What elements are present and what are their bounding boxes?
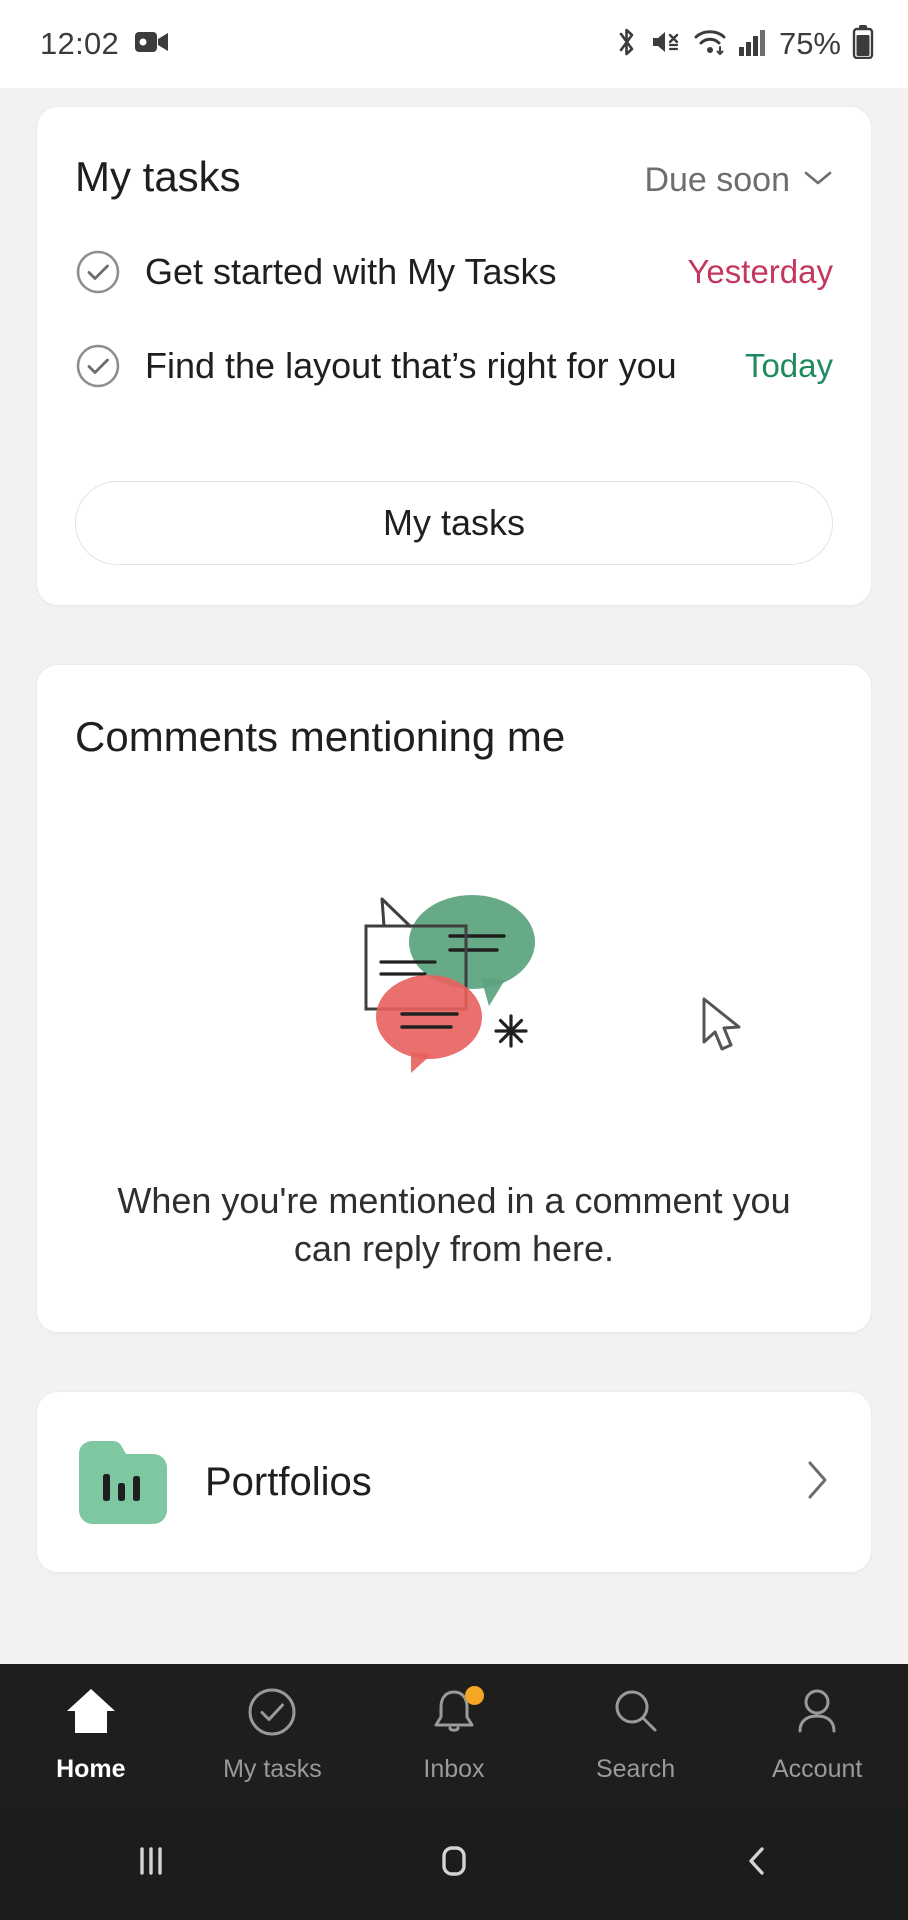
battery-icon [852,24,874,64]
cellular-signal-icon [738,27,766,62]
bottom-navigation: Home My tasks Inbox Search Account [0,1664,908,1806]
status-bar: 12:02 75% [0,0,908,88]
nav-item-home[interactable]: Home [0,1686,182,1784]
my-tasks-title: My tasks [75,153,241,200]
portfolios-card: Portfolios [36,1391,872,1574]
portfolios-row[interactable]: Portfolios [37,1392,871,1572]
recents-button[interactable] [0,1841,303,1886]
task-name: Find the layout that’s right for you [145,345,677,386]
inbox-badge-dot [464,1686,484,1705]
home-scroll-area[interactable]: My tasks Due soon Get started with My Ta… [0,88,908,1680]
comments-empty-text: When you're mentioned in a comment you c… [117,1180,791,1269]
task-row[interactable]: Find the layout that’s right for you Tod… [75,343,833,389]
my-tasks-button[interactable]: My tasks [75,481,833,565]
home-button[interactable] [303,1841,606,1886]
task-due-date: Today [744,347,833,384]
back-button[interactable] [605,1841,908,1886]
my-tasks-button-label: My tasks [382,502,525,543]
nav-label-account: Account [772,1755,863,1783]
video-camera-icon [135,29,169,60]
battery-percent: 75% [778,26,841,61]
home-icon [63,1686,119,1743]
check-circle-icon[interactable] [75,249,121,295]
sparkle-icon [494,1014,528,1048]
task-row[interactable]: Get started with My Tasks Yesterday [75,249,833,295]
comments-mentioning-me-card: Comments mentioning me When you're menti… [36,664,872,1334]
nav-label-my-tasks: My tasks [223,1755,322,1783]
due-soon-filter[interactable]: Due soon [644,161,833,200]
home-square-icon [434,1841,474,1886]
nav-item-account[interactable]: Account [726,1686,908,1784]
portfolios-label: Portfolios [205,1459,372,1504]
nav-label-home: Home [56,1755,126,1783]
due-soon-filter-label: Due soon [644,161,790,199]
phone-screen: 12:02 75% My tasks Due soon Get started … [0,0,908,1920]
speech-bubbles-illustration [364,895,535,1073]
status-bar-right: 75% [614,24,874,64]
card-spacer [75,389,833,481]
nav-item-search[interactable]: Search [545,1686,727,1784]
nav-label-search: Search [595,1755,676,1783]
nav-label-inbox: Inbox [423,1755,485,1783]
person-icon [791,1686,843,1743]
chevron-down-icon [803,169,833,192]
comments-empty-illustration [75,829,833,1129]
red-speech-bubble [376,975,482,1073]
check-circle-icon[interactable] [75,343,121,389]
chevron-left-icon [737,1841,777,1886]
mute-icon [650,26,682,63]
wifi-icon [693,27,727,62]
task-name: Get started with My Tasks [145,251,557,292]
status-bar-left: 12:02 [40,26,169,62]
my-tasks-card: My tasks Due soon Get started with My Ta… [36,106,872,606]
check-circle-icon [246,1686,298,1743]
search-icon [610,1686,662,1743]
nav-item-inbox[interactable]: Inbox [363,1686,545,1784]
recents-icon [131,1841,171,1886]
clock: 12:02 [40,26,120,61]
bluetooth-icon [614,26,639,63]
comments-card-title: Comments mentioning me [75,713,566,760]
portfolio-folder-icon [77,1436,169,1528]
task-due-date: Yesterday [687,253,833,290]
android-system-nav [0,1806,908,1920]
nav-item-my-tasks[interactable]: My tasks [182,1686,364,1784]
chevron-right-icon[interactable] [805,1458,831,1507]
my-tasks-card-header: My tasks Due soon [75,153,833,201]
